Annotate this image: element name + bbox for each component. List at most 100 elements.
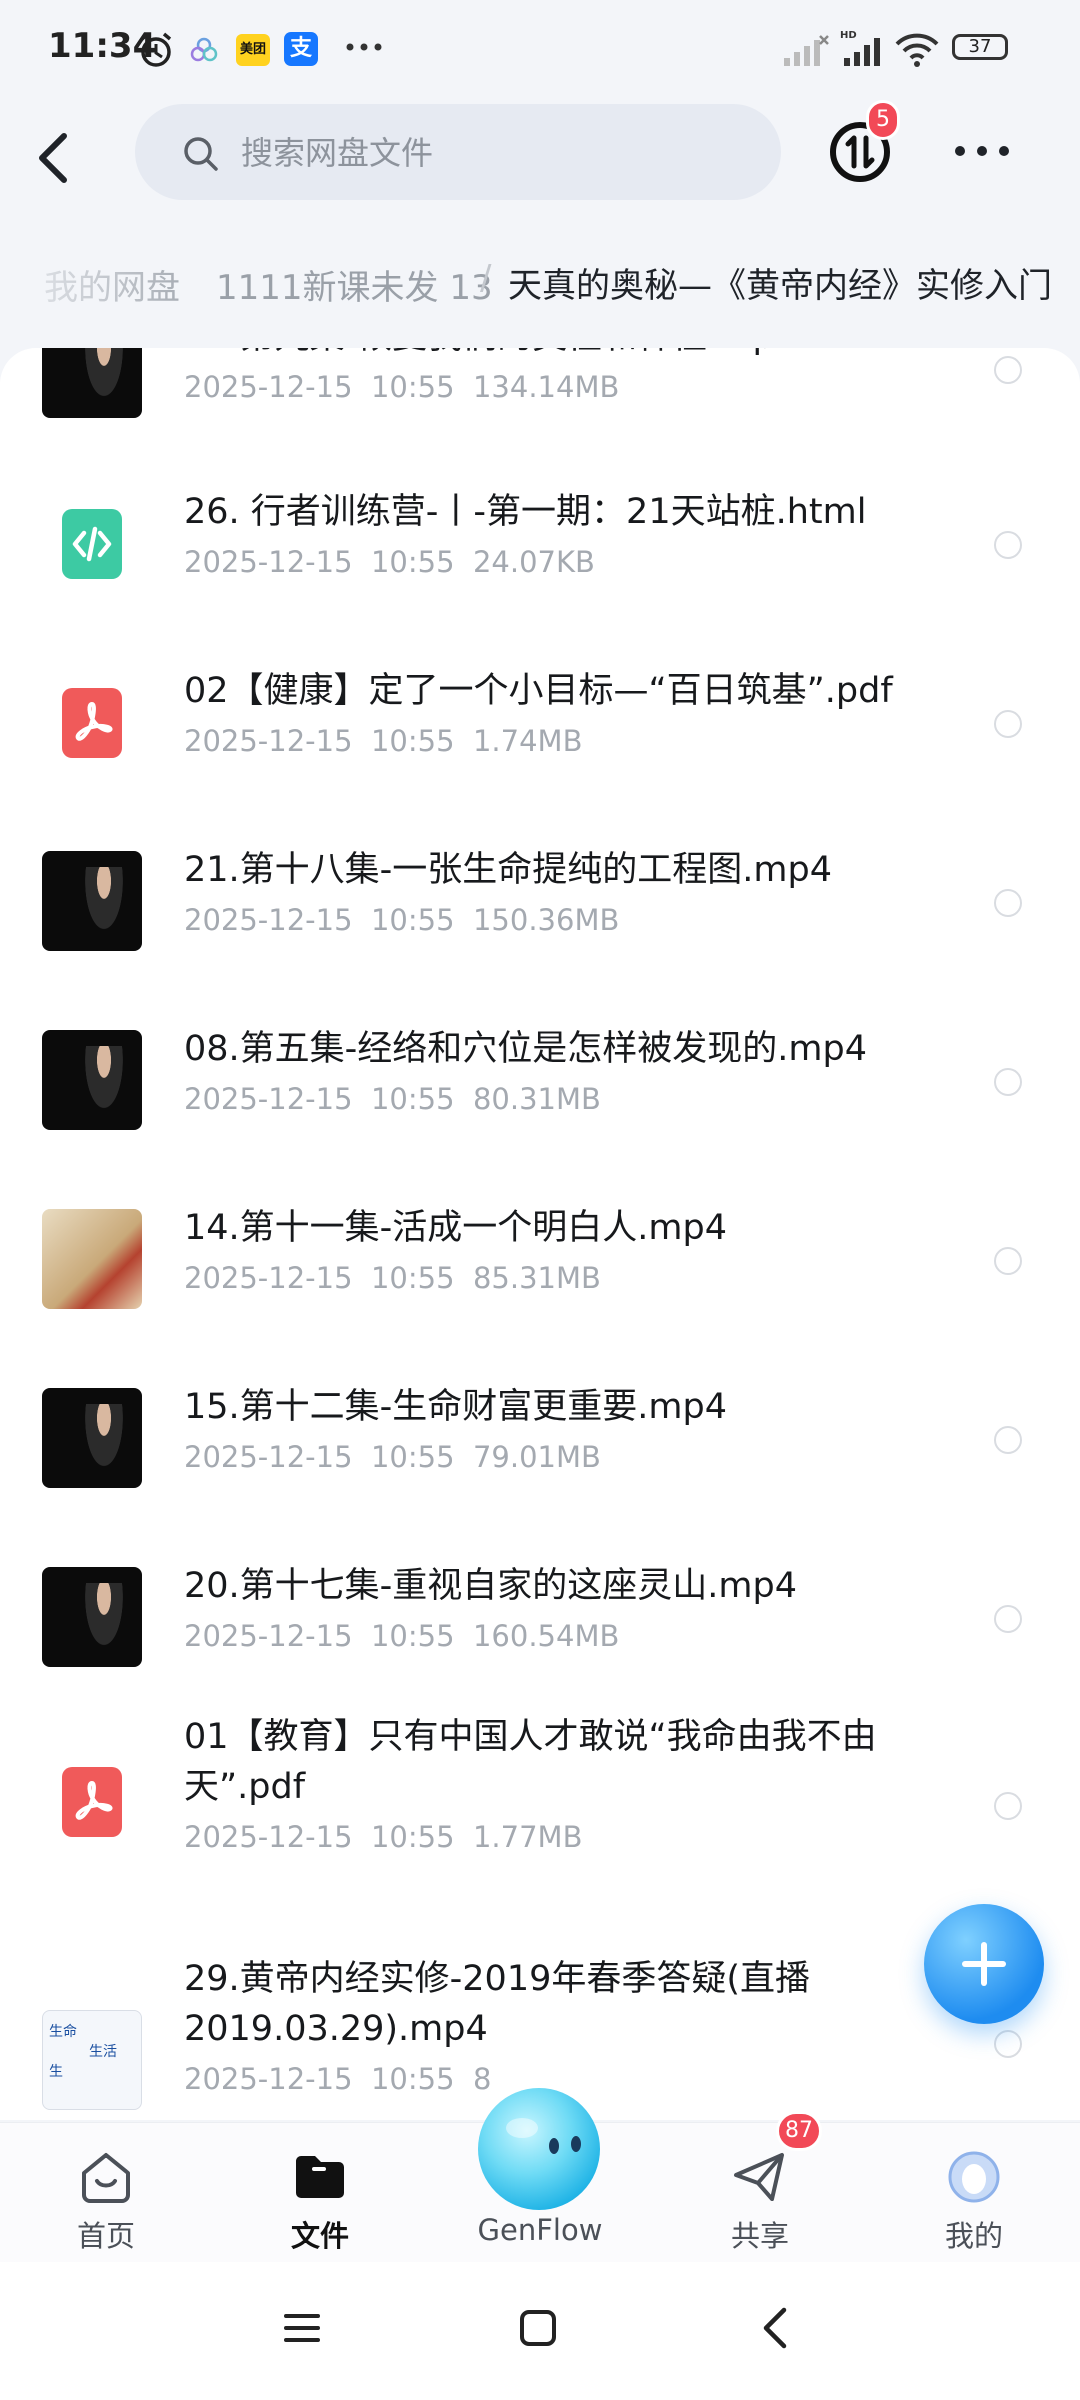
file-size: 85.31MB [472,1261,601,1295]
home-icon [82,2153,130,2203]
alipay-icon: 支 [284,32,318,66]
back-triangle-icon[interactable] [756,2306,796,2350]
file-size: 150.36MB [472,903,620,937]
system-navigation-bar [0,2262,1080,2400]
file-meta: 2025-12-15 10:55 85.31MB [184,1261,601,1295]
file-name: 20.第十七集-重视自家的这座灵山.mp4 [184,1566,797,1606]
more-notifications-icon [344,38,384,57]
file-meta: 2025-12-15 10:55 150.36MB [184,903,619,937]
file-meta: 2025-12-15 10:55 134.14MB [184,370,619,404]
video-thumbnail [42,851,142,951]
share-badge: 87 [776,2111,822,2151]
transfer-badge: 5 [866,100,900,140]
tab-profile[interactable]: 我的 [894,2133,1054,2253]
video-thumbnail [42,1567,142,1667]
tab-share[interactable]: 共享 [680,2133,840,2253]
header: 5 [0,96,1080,216]
file-meta: 2025-12-15 10:55 80.31MB [184,1082,601,1116]
alarm-icon [136,30,176,74]
svg-text:HD: HD [840,30,857,41]
file-date: 2025-12-15 10:55 [184,545,455,579]
file-size: 1.74MB [472,724,583,758]
file-size: 1.77MB [472,1820,583,1854]
file-name: 21.第十八集-一张生命提纯的工程图.mp4 [184,850,832,890]
signal-weak-icon [782,34,830,72]
file-name: 01【教育】只有中国人才敢说“我命由我不由天”.pdf [184,1717,877,1807]
weather-icon [190,36,218,68]
folder-icon [296,2156,344,2198]
file-date: 2025-12-15 10:55 [184,903,455,937]
file-name: 12.第九集-恢复我们的灵性和神性.mp4 [184,348,924,362]
video-thumbnail [42,1388,142,1488]
pdf-file-icon [62,688,122,758]
tab-label: 文件 [290,2219,349,2253]
signal-hd-icon: HD [840,28,886,72]
search-input[interactable] [239,126,743,180]
file-date: 2025-12-15 10:55 [184,1261,455,1295]
share-paper-plane-icon [734,2153,784,2201]
file-meta: 2025-12-15 10:55 8 [184,2062,491,2096]
meituan-icon: 美团 [236,34,270,66]
tab-label: 我的 [944,2219,1003,2253]
tab-files[interactable]: 文件 [240,2133,400,2253]
file-name: 26. 行者训练营-丨-第一期：21天站桩.html [184,492,867,532]
breadcrumb-current: 天真的奥秘—《黄帝内经》实修入门 [508,266,1052,306]
file-meta: 2025-12-15 10:55 79.01MB [184,1440,601,1474]
tab-label: 共享 [730,2219,789,2253]
more-dots-icon [955,146,1009,156]
battery-icon: 37 [952,34,1008,60]
file-name: 08.第五集-经络和穴位是怎样被发现的.mp4 [184,1029,867,1069]
file-meta: 2025-12-15 10:55 160.54MB [184,1619,619,1653]
file-date: 2025-12-15 10:55 [184,1820,455,1854]
breadcrumb: 我的网盘 1111新课未发 13 / 天真的奥秘—《黄帝内经》实修入门 [0,230,1080,340]
file-meta: 2025-12-15 10:55 24.07KB [184,545,595,579]
select-radio[interactable] [994,1068,1022,1096]
file-size: 134.14MB [472,370,620,404]
file-date: 2025-12-15 10:55 [184,724,455,758]
file-date: 2025-12-15 10:55 [184,370,455,404]
select-radio[interactable] [994,889,1022,917]
file-size: 80.31MB [472,1082,601,1116]
video-thumbnail [42,1030,142,1130]
select-radio[interactable] [994,1247,1022,1275]
tab-home[interactable]: 首页 [26,2133,186,2253]
wifi-icon [894,32,940,72]
more-options-button[interactable] [950,136,1014,166]
tab-label: 首页 [76,2219,135,2253]
tab-label: GenFlow [477,2213,603,2247]
status-bar: 11:34 美团 支 HD 37 [0,0,1080,96]
file-meta: 2025-12-15 10:55 1.74MB [184,724,582,758]
pdf-file-icon [62,1767,122,1837]
profile-icon [948,2151,1000,2203]
slide-thumbnail: 生命 生活 生 [42,2010,142,2110]
select-radio[interactable] [994,710,1022,738]
file-date: 2025-12-15 10:55 [184,2062,455,2096]
genflow-orb-icon[interactable] [478,2088,600,2210]
home-square-icon[interactable] [518,2308,558,2348]
painting-thumbnail [42,1209,142,1309]
file-size: 79.01MB [472,1440,601,1474]
search-bar[interactable] [135,104,781,200]
select-radio[interactable] [994,2030,1022,2058]
file-date: 2025-12-15 10:55 [184,1082,455,1116]
select-radio[interactable] [994,356,1022,384]
select-radio[interactable] [994,531,1022,559]
select-radio[interactable] [994,1605,1022,1633]
breadcrumb-root[interactable]: 我的网盘 [44,260,180,309]
file-date: 2025-12-15 10:55 [184,1619,455,1653]
file-list: 12.第九集-恢复我们的灵性和神性.mp4 2025-12-15 10:55 1… [0,348,1080,2120]
html-file-icon [62,509,122,579]
file-name: 02【健康】定了一个小目标—“百日筑基”.pdf [184,671,893,711]
recent-apps-icon[interactable] [282,2308,322,2348]
select-radio[interactable] [994,1426,1022,1454]
back-button[interactable] [30,116,86,196]
breadcrumb-parent[interactable]: 1111新课未发 13 [216,260,493,309]
back-arrow-icon [39,133,67,183]
add-button[interactable] [924,1904,1044,2024]
file-size: 24.07KB [472,545,595,579]
search-icon [181,134,221,178]
select-radio[interactable] [994,1792,1022,1820]
file-name: 15.第十二集-生命财富更重要.mp4 [184,1387,727,1427]
video-thumbnail [42,348,142,418]
file-name: 29.黄帝内经实修-2019年春季答疑(直播2019.03.29).mp4 [184,1959,811,2049]
